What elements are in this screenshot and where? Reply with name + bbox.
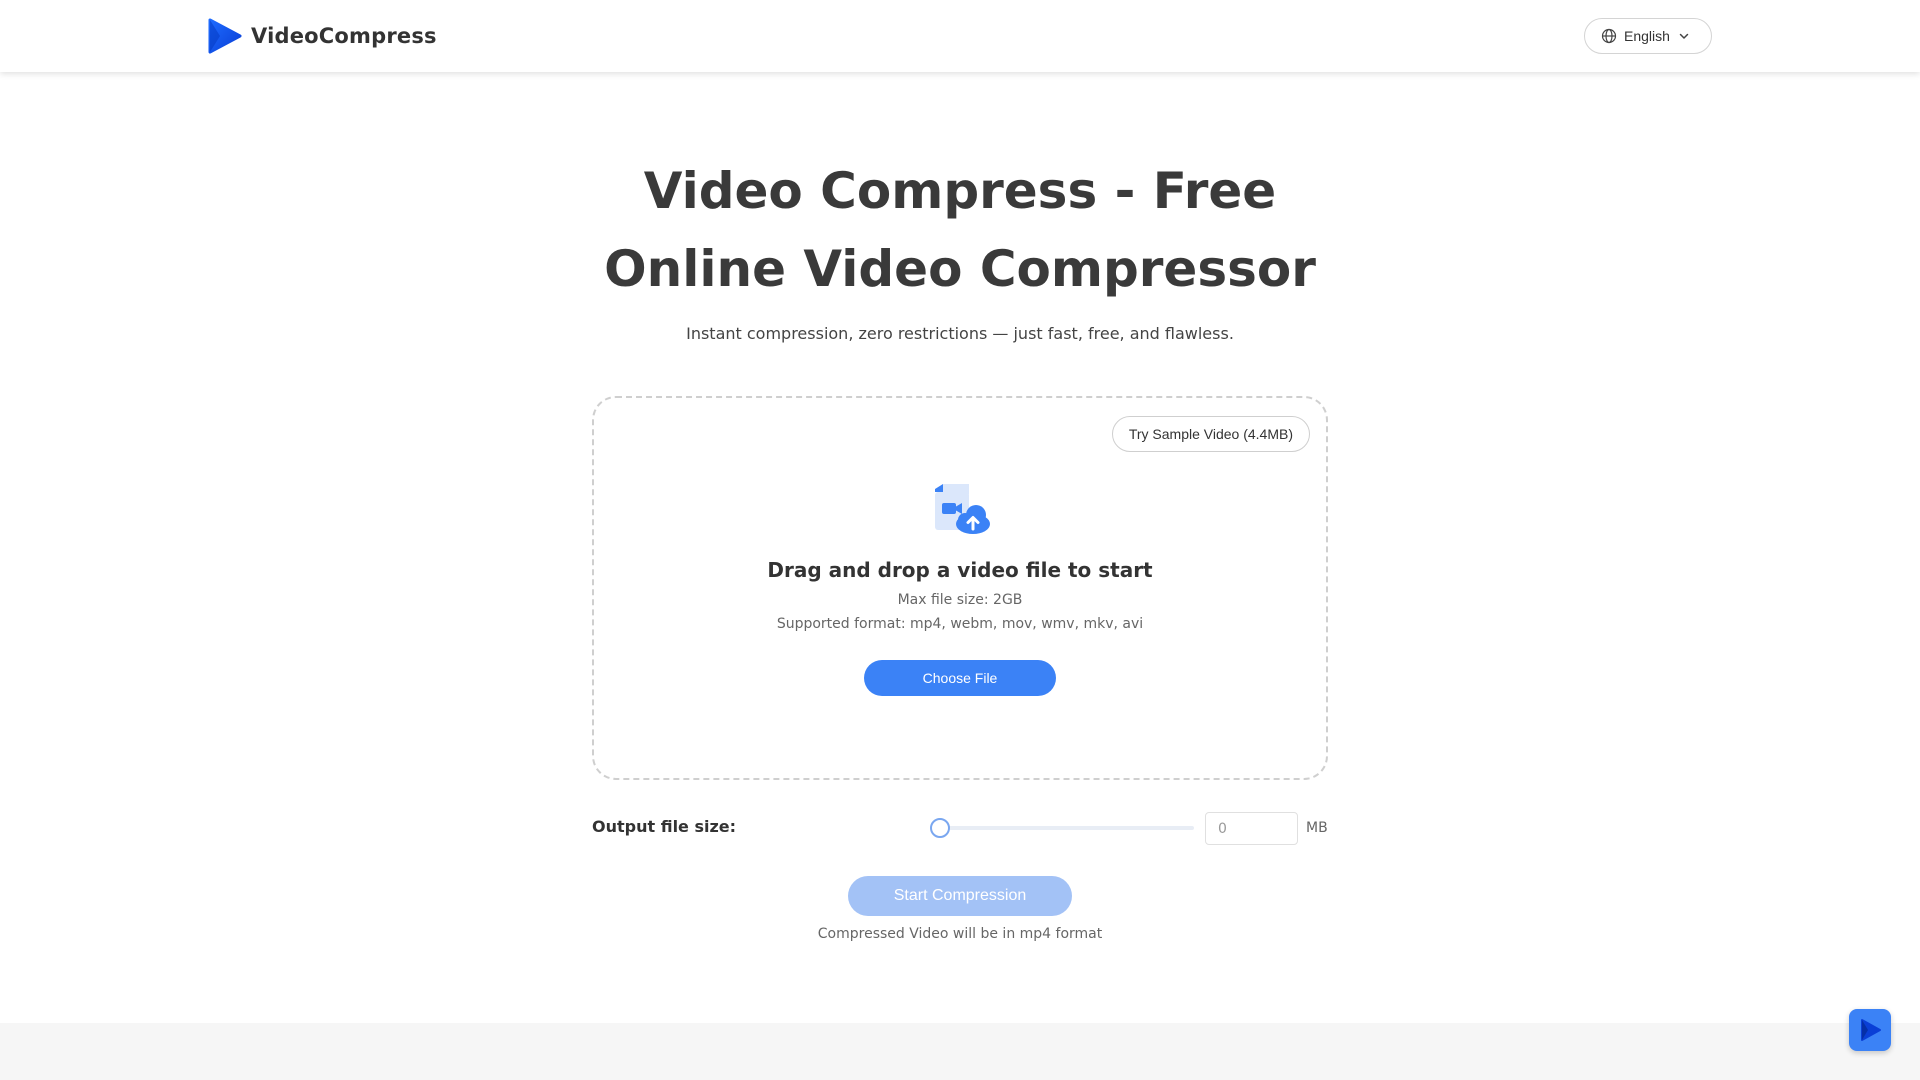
output-size-input[interactable]: [1205, 812, 1298, 845]
title-line-2: Online Video Compressor: [604, 240, 1316, 298]
choose-file-button[interactable]: Choose File: [864, 660, 1056, 696]
start-compression-button[interactable]: Start Compression: [848, 876, 1072, 916]
brand-link[interactable]: VideoCompress: [208, 17, 437, 55]
chevron-down-icon: [1679, 33, 1689, 39]
try-sample-video-button[interactable]: Try Sample Video (4.4MB): [1111, 416, 1310, 452]
language-selector[interactable]: English: [1584, 18, 1712, 54]
max-file-size-text: Max file size: 2GB: [897, 592, 1023, 608]
output-size-label: Output file size:: [592, 817, 737, 836]
page-subtitle: Instant compression, zero restrictions —…: [686, 324, 1234, 343]
footer-band: [0, 1023, 1920, 1080]
output-size-slider[interactable]: [930, 818, 1194, 838]
title-line-1: Video Compress - Free: [643, 162, 1277, 220]
globe-icon: [1601, 28, 1617, 44]
floating-action-button[interactable]: [1849, 1009, 1891, 1051]
language-label: English: [1624, 28, 1670, 44]
dropzone-heading: Drag and drop a video file to start: [767, 558, 1153, 582]
top-header: VideoCompress English: [0, 0, 1920, 72]
video-upload-cloud-icon: [935, 484, 990, 534]
slider-handle[interactable]: [930, 818, 950, 838]
supported-formats-text: Supported format: mp4, webm, mov, wmv, m…: [776, 616, 1144, 632]
output-format-note: Compressed Video will be in mp4 format: [817, 926, 1103, 942]
size-unit-label: MB: [1306, 820, 1328, 836]
file-dropzone[interactable]: Try Sample Video (4.4MB) Drag and drop a…: [592, 396, 1328, 780]
brand-name: VideoCompress: [251, 24, 437, 48]
play-logo-icon: [1861, 1019, 1881, 1041]
page-title: Video Compress - Free Online Video Compr…: [560, 152, 1360, 308]
play-logo-icon: [208, 18, 242, 54]
